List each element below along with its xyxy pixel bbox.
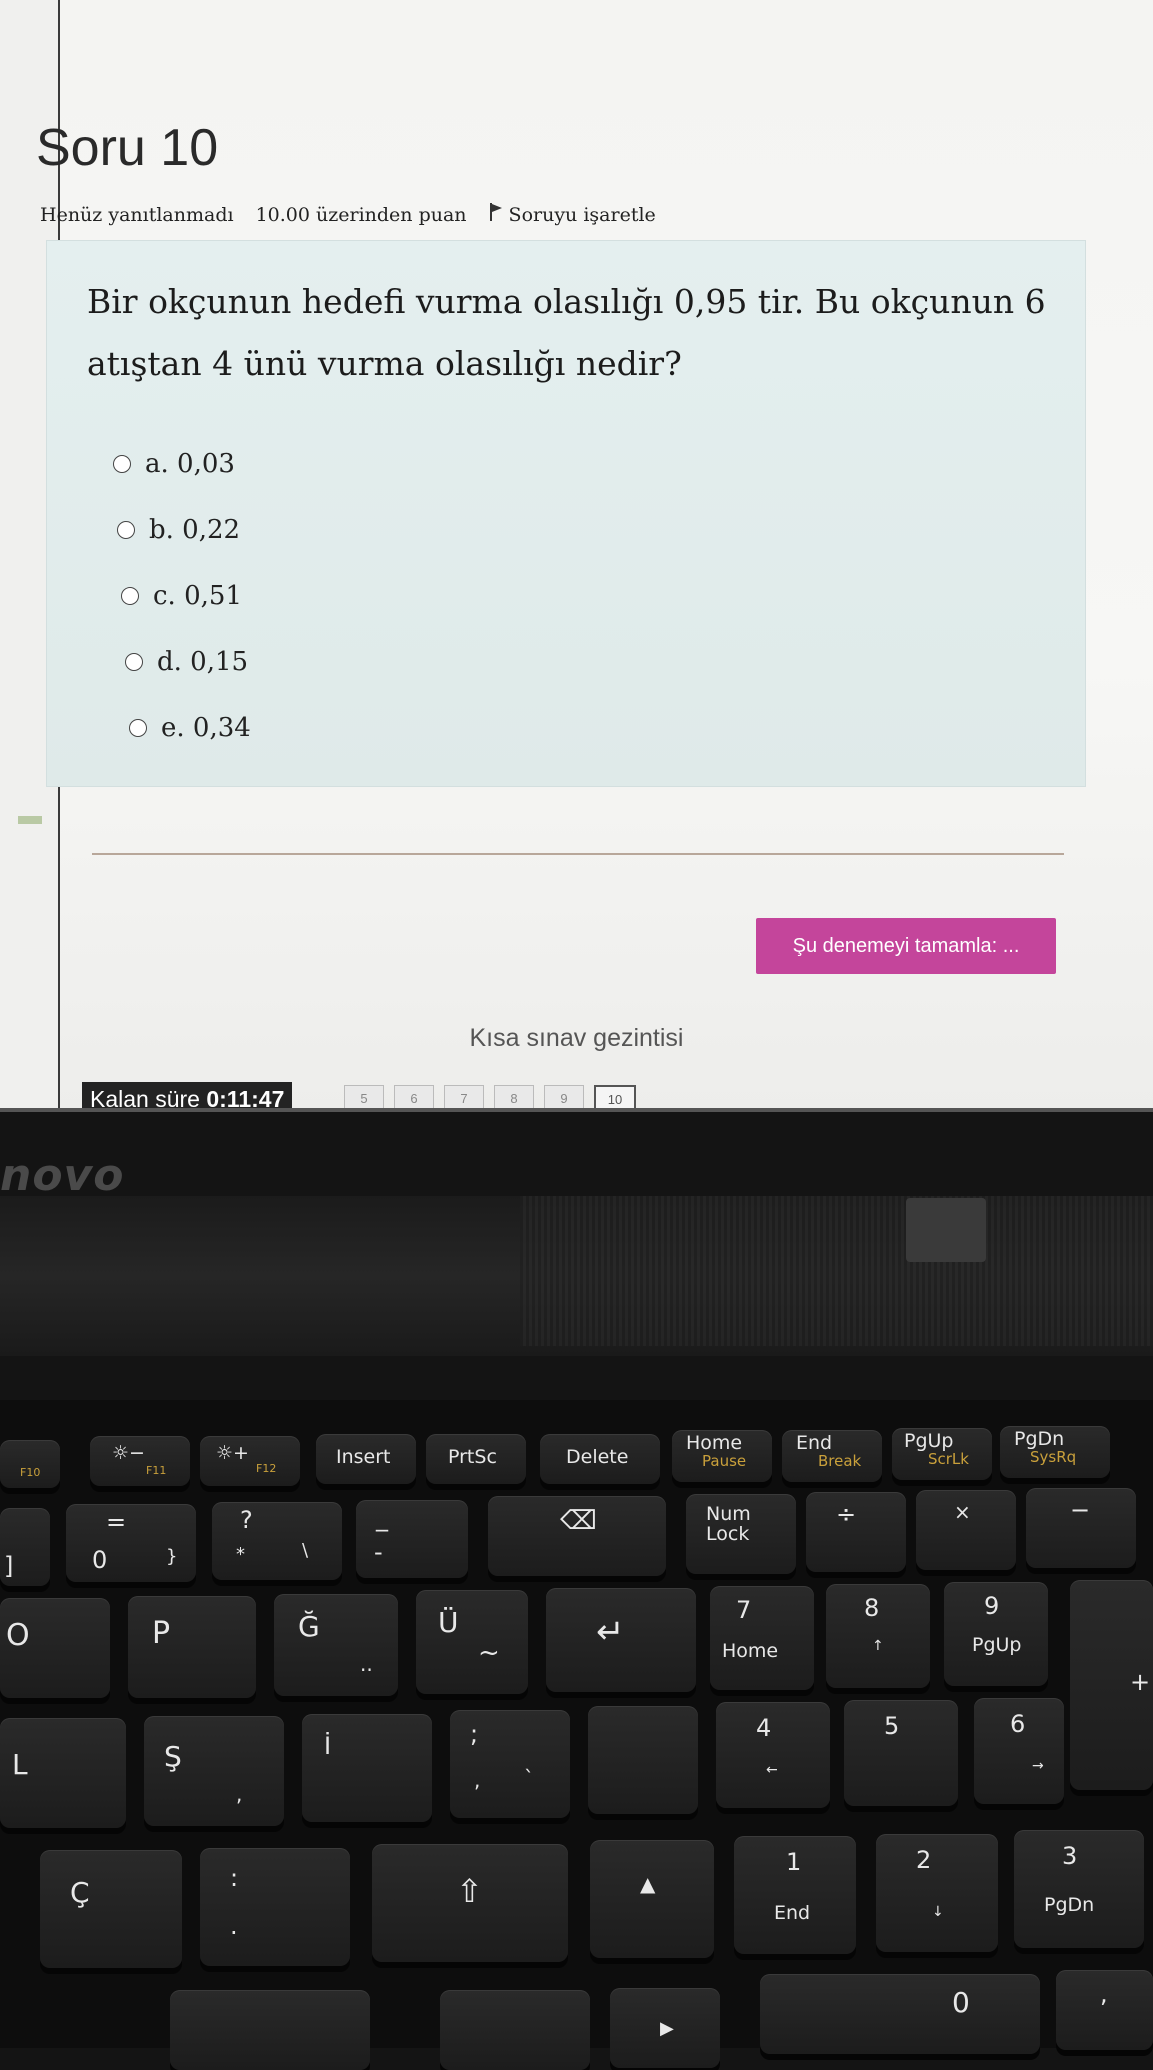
key-f10[interactable]: F10 xyxy=(0,1440,60,1488)
flag-question-link[interactable]: Soruyu işaretle xyxy=(489,203,656,226)
answer-label: b. 0,22 xyxy=(149,515,241,545)
question-box: Bir okçunun hedefi vurma olasılığı 0,95 … xyxy=(46,240,1086,787)
key-space[interactable] xyxy=(170,1990,370,2070)
key-period-colon[interactable]: : . xyxy=(200,1848,350,1966)
key-f12[interactable]: ☼+ F12 xyxy=(200,1436,300,1486)
key-arrow-down[interactable]: ▼ xyxy=(440,1990,590,2070)
key-num-4[interactable]: 4 ← xyxy=(716,1702,830,1808)
question-title: Soru 10 xyxy=(36,119,219,177)
key-o[interactable]: O xyxy=(0,1598,110,1698)
question-status: Henüz yanıtlanmadı xyxy=(40,203,234,226)
answer-label: a. 0,03 xyxy=(145,449,235,479)
key-num-7[interactable]: 7 Home xyxy=(710,1586,814,1690)
key-arrow-right[interactable]: ▶ xyxy=(610,1988,720,2068)
answer-label: e. 0,34 xyxy=(161,713,251,743)
key-num-plus[interactable]: + xyxy=(1070,1580,1153,1790)
key-f11[interactable]: ☼− F11 xyxy=(90,1436,190,1486)
answer-option-b[interactable]: b. 0,22 xyxy=(117,515,240,545)
answer-label: d. 0,15 xyxy=(157,647,249,677)
answer-option-c[interactable]: c. 0,51 xyxy=(121,581,242,611)
key-s-cedilla[interactable]: Ş , xyxy=(144,1716,284,1826)
key-num-8[interactable]: 8 ↑ xyxy=(826,1584,930,1688)
browser-screen: Soru 10 Henüz yanıtlanmadı 10.00 üzerind… xyxy=(0,0,1153,1112)
key-num-comma[interactable]: , xyxy=(1056,1970,1153,2050)
answer-label: c. 0,51 xyxy=(153,581,242,611)
radio-button[interactable] xyxy=(125,653,143,671)
key-label: ] xyxy=(4,1552,14,1580)
shift-icon: ⇧ xyxy=(456,1872,483,1910)
key-numlock[interactable]: Num Lock xyxy=(686,1494,796,1574)
question-text: Bir okçunun hedefi vurma olasılığı 0,95 … xyxy=(87,282,1046,383)
key-g-breve[interactable]: Ğ .. xyxy=(274,1594,398,1696)
radio-button[interactable] xyxy=(121,587,139,605)
brightness-up-icon: ☼+ xyxy=(216,1442,249,1464)
arrow-up-icon: ▲ xyxy=(640,1872,656,1896)
key-c-cedilla[interactable]: Ç xyxy=(40,1850,182,1968)
key-num-3[interactable]: 3 PgDn xyxy=(1014,1830,1144,1948)
rail-marker xyxy=(18,816,42,824)
key-num-divide[interactable]: ÷ xyxy=(806,1492,906,1572)
key-pgdn-sysrq[interactable]: PgDn SysRq xyxy=(1000,1426,1110,1478)
backspace-icon: ⌫ xyxy=(560,1506,597,1536)
key-minus[interactable]: _ - xyxy=(356,1500,468,1578)
key-pgup-scrlk[interactable]: PgUp ScrLk xyxy=(892,1428,992,1480)
key-l[interactable]: L xyxy=(0,1718,126,1828)
key-insert[interactable]: Insert xyxy=(316,1434,416,1484)
key-enter[interactable]: ↵ xyxy=(546,1588,696,1692)
key-num-6[interactable]: 6 → xyxy=(974,1698,1064,1804)
key-u-umlaut[interactable]: Ü ~ xyxy=(416,1590,528,1694)
answer-option-d[interactable]: d. 0,15 xyxy=(125,647,248,677)
key-prtsc[interactable]: PrtSc xyxy=(426,1434,526,1484)
question-info: Henüz yanıtlanmadı 10.00 üzerinden puan … xyxy=(40,203,656,226)
enter-icon: ↵ xyxy=(596,1612,625,1652)
key-delete[interactable]: Delete xyxy=(540,1434,660,1484)
key-num-2[interactable]: 2 ↓ xyxy=(876,1834,998,1952)
key-num-multiply[interactable]: × xyxy=(916,1490,1016,1570)
key-arrow-up[interactable]: ▲ xyxy=(590,1840,714,1958)
screen-bezel-edge xyxy=(0,1108,1153,1112)
key-semicolon[interactable]: ; , ` xyxy=(450,1710,570,1818)
key-bracket[interactable]: ] xyxy=(0,1508,50,1586)
answer-option-e[interactable]: e. 0,34 xyxy=(129,713,251,743)
section-divider xyxy=(92,853,1064,855)
flag-question-label: Soruyu işaretle xyxy=(508,204,656,226)
keyboard: F10 ☼− F11 ☼+ F12 Insert PrtSc Delete Ho… xyxy=(0,1400,1153,2070)
flag-icon xyxy=(489,203,503,221)
key-num-minus[interactable]: − xyxy=(1026,1488,1136,1568)
brightness-down-icon: ☼− xyxy=(112,1442,145,1464)
radio-button[interactable] xyxy=(117,521,135,539)
key-shift[interactable]: ⇧ xyxy=(372,1844,568,1962)
key-num-5[interactable]: 5 xyxy=(844,1700,958,1806)
key-backspace[interactable]: ⌫ xyxy=(488,1496,666,1576)
key-num-1[interactable]: 1 End xyxy=(734,1836,856,1954)
key-home-pause[interactable]: Home Pause xyxy=(672,1430,772,1482)
radio-button[interactable] xyxy=(129,719,147,737)
key-num-0[interactable]: 0 xyxy=(760,1974,1040,2054)
laptop-brand-logo: novo xyxy=(0,1150,125,1201)
key-star-question[interactable]: ? * \ xyxy=(212,1502,342,1580)
arrow-right-icon: ▶ xyxy=(660,2018,674,2039)
answer-option-a[interactable]: a. 0,03 xyxy=(113,449,235,479)
key-i-dot[interactable]: İ xyxy=(302,1714,432,1822)
radio-button[interactable] xyxy=(113,455,131,473)
key-zero-eq[interactable]: = 0 } xyxy=(66,1504,196,1582)
speaker-grille xyxy=(520,1196,1153,1346)
key-enter-lower[interactable] xyxy=(588,1706,698,1814)
key-p[interactable]: P xyxy=(128,1596,256,1698)
question-points: 10.00 üzerinden puan xyxy=(255,203,467,226)
finish-attempt-button[interactable]: Şu denemeyi tamamla: ... xyxy=(756,918,1056,974)
key-end-break[interactable]: End Break xyxy=(782,1430,882,1482)
quiz-navigation-title: Kısa sınav gezintisi xyxy=(469,1024,684,1052)
power-button[interactable] xyxy=(906,1198,986,1262)
key-num-9[interactable]: 9 PgUp xyxy=(944,1582,1048,1686)
